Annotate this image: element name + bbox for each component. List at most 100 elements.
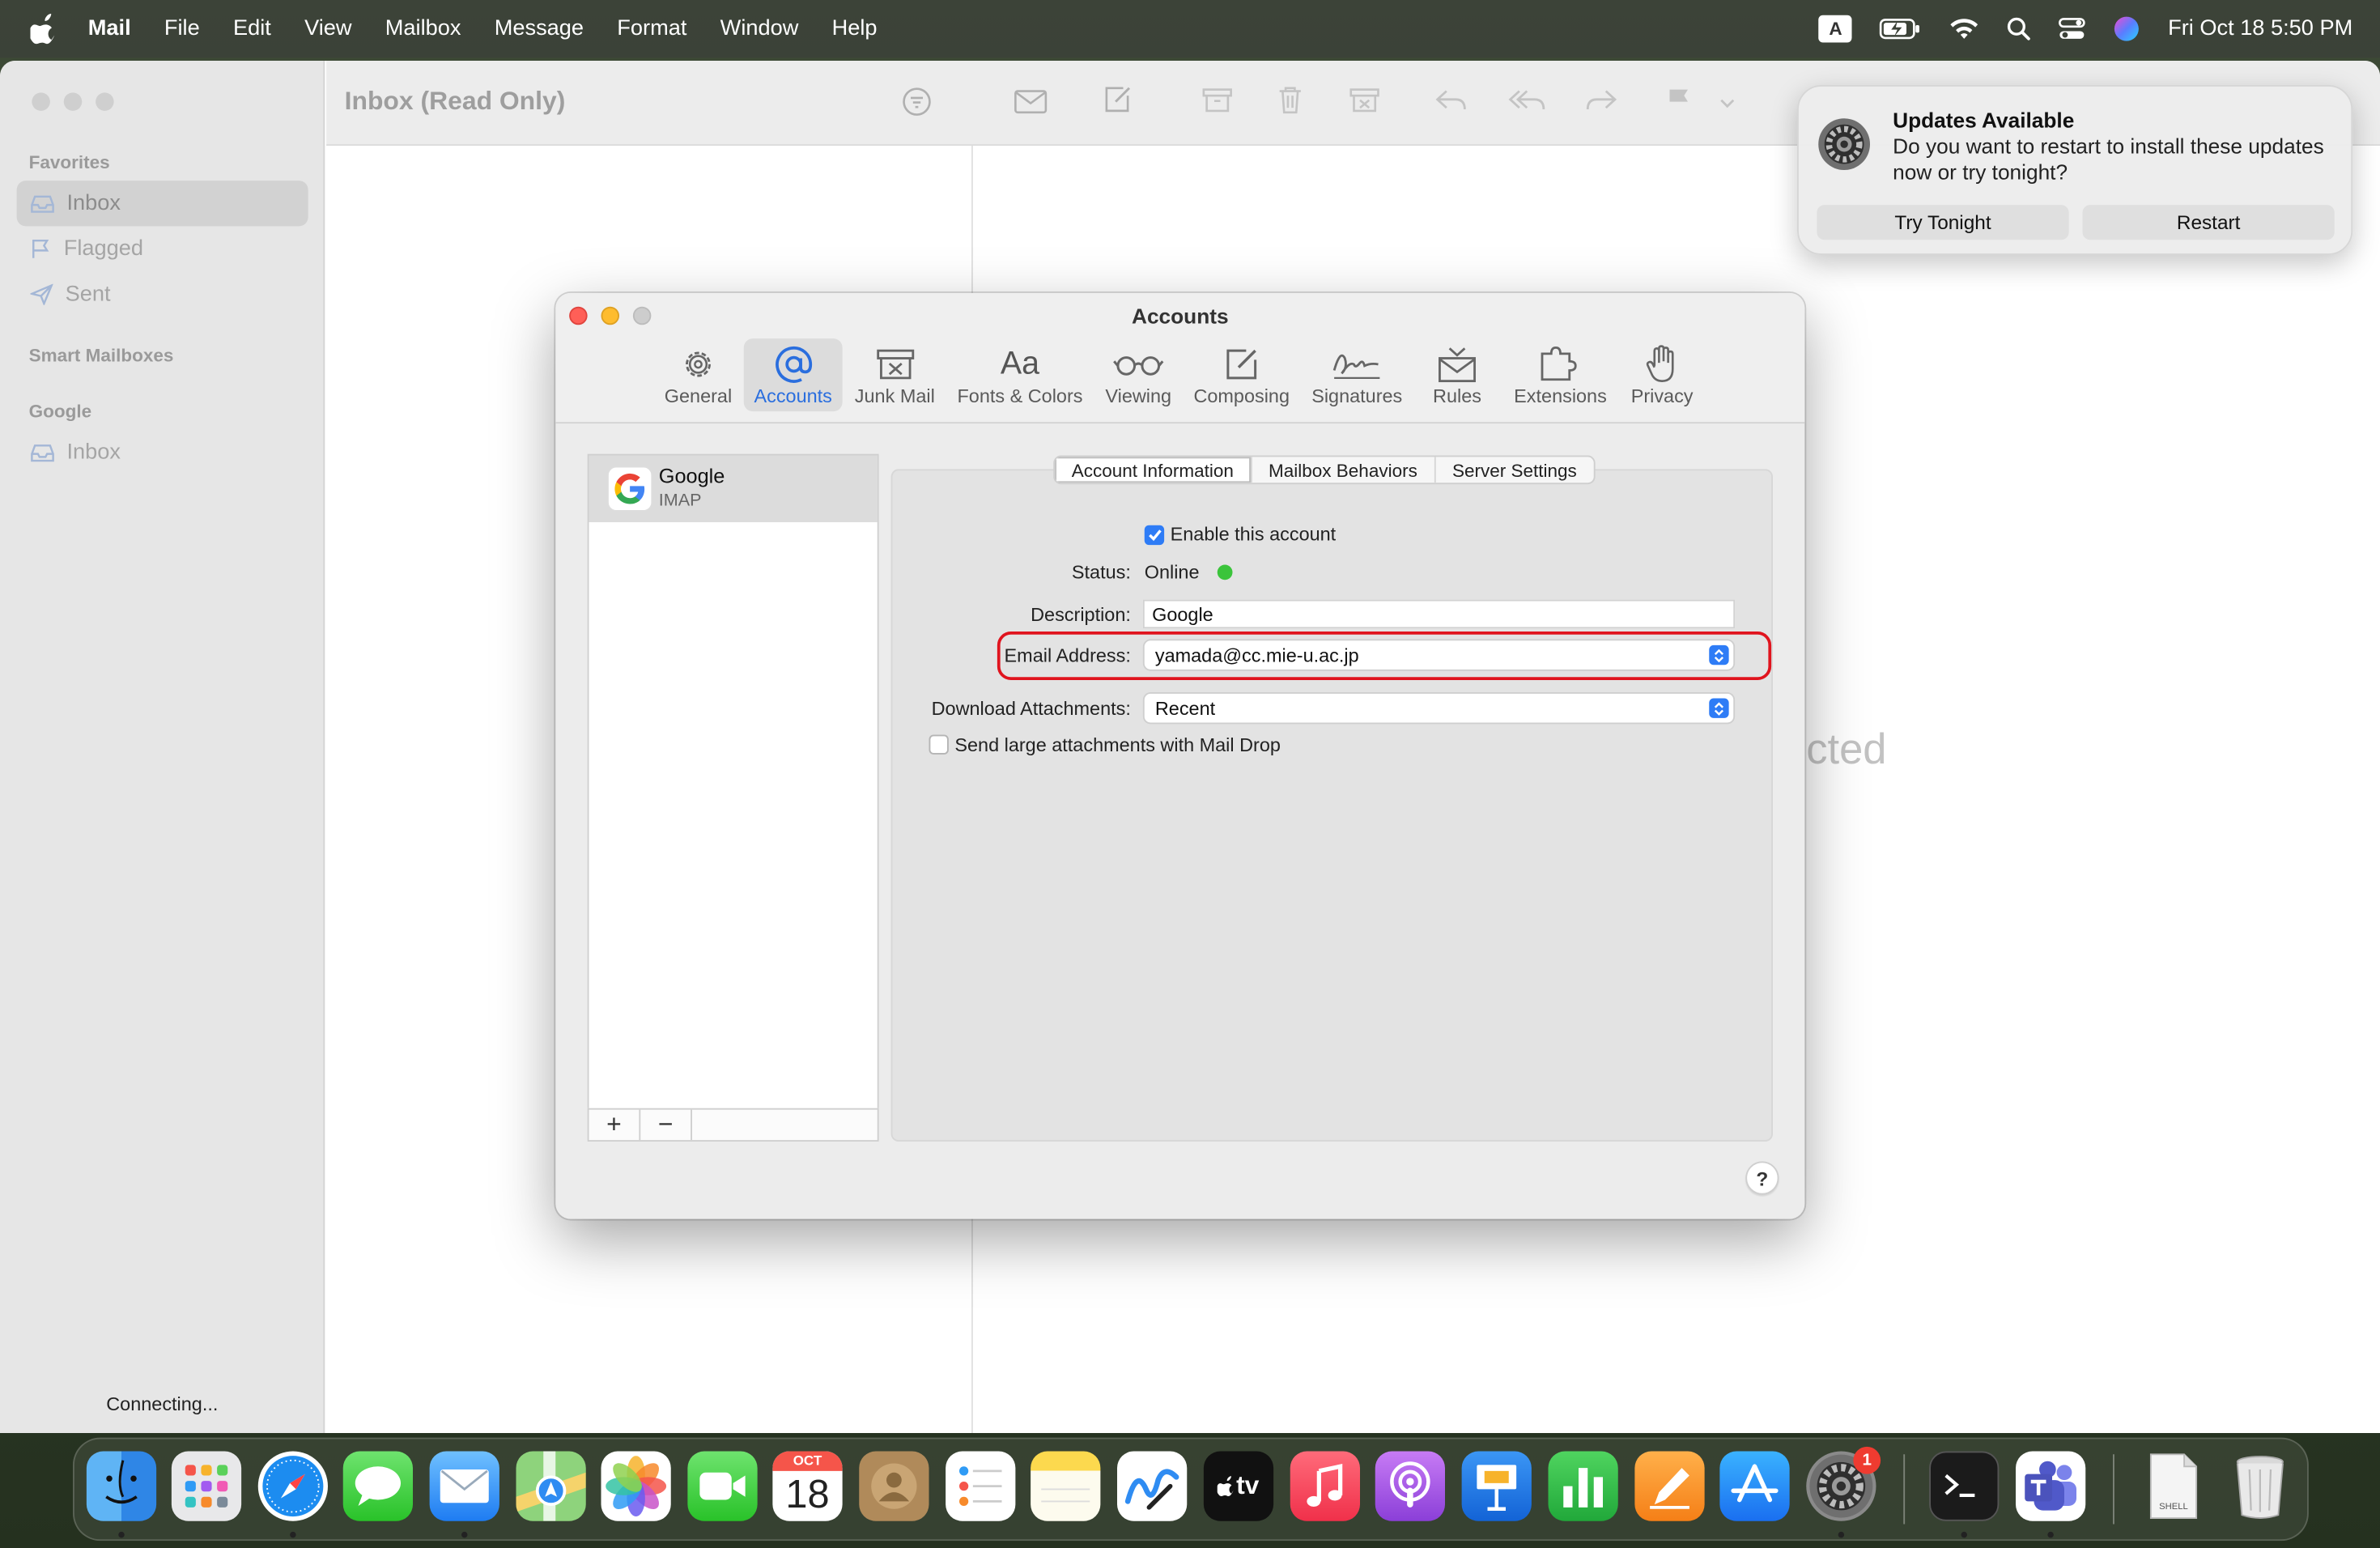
tab-fonts-colors[interactable]: Aa Fonts & Colors [950,338,1090,411]
archive-icon[interactable] [1202,87,1233,114]
try-tonight-button[interactable]: Try Tonight [1817,205,2069,240]
reply-all-icon[interactable] [1507,88,1547,113]
tab-rules[interactable]: Rules [1426,338,1490,411]
dock-messages[interactable] [342,1451,413,1521]
reply-icon[interactable] [1434,88,1468,113]
dock-podcasts[interactable] [1375,1451,1445,1521]
sidebar-item-flagged[interactable]: Flagged [17,226,308,271]
menu-help[interactable]: Help [832,17,878,41]
dock-app-store[interactable] [1719,1451,1790,1521]
spotlight-icon[interactable] [2007,17,2031,41]
siri-icon[interactable] [2114,15,2141,43]
podcasts-icon [1390,1461,1430,1508]
add-account-button[interactable]: + [589,1109,641,1141]
tab-extensions[interactable]: Extensions [1507,338,1613,411]
menu-view[interactable]: View [304,17,351,41]
menu-mailbox[interactable]: Mailbox [385,17,461,41]
dock-teams[interactable] [2016,1451,2086,1521]
help-button[interactable]: ? [1745,1161,1779,1195]
menu-window[interactable]: Window [720,17,799,41]
mail-drop-label: Send large attachments with Mail Drop [954,734,1281,756]
input-source-indicator[interactable]: A [1818,15,1853,43]
menu-app-mail[interactable]: Mail [88,17,131,41]
tab-general[interactable]: General [659,338,738,411]
download-attachments-popup[interactable]: Recent [1144,693,1734,723]
dock-photos[interactable] [601,1451,671,1521]
dock-notes[interactable] [1031,1451,1101,1521]
sidebar-item-sent[interactable]: Sent [17,272,308,317]
messages-icon [355,1466,401,1506]
dock-launchpad[interactable] [171,1451,242,1521]
accounts-preferences-window: Accounts General Accounts Junk Mail Aa F… [555,292,1805,1219]
dock-facetime[interactable] [687,1451,758,1521]
segment-account-information[interactable]: Account Information [1055,457,1252,483]
dock-trash[interactable] [2225,1452,2295,1521]
dock-pages[interactable] [1634,1451,1705,1521]
restart-button[interactable]: Restart [2082,205,2335,240]
wifi-icon[interactable] [1949,18,1980,40]
segment-mailbox-behaviors[interactable]: Mailbox Behaviors [1252,457,1436,483]
dock-maps[interactable] [516,1451,586,1521]
calendar-month: OCT [772,1451,843,1471]
dock-safari[interactable] [257,1451,328,1521]
account-list: Google IMAP [587,453,879,1141]
menu-format[interactable]: Format [617,17,686,41]
mail-sidebar: Favorites Inbox Flagged Sent Smart Mailb… [0,61,325,1433]
chevron-down-icon[interactable] [1719,97,1737,109]
notification-message: Do you want to restart to install these … [1893,134,2324,184]
forward-icon[interactable] [1585,88,1618,113]
tab-privacy[interactable]: Privacy [1626,338,1698,411]
junk-icon[interactable] [1349,87,1380,114]
status-value: Online [1144,561,1200,583]
dock-reminders[interactable] [946,1451,1016,1521]
tab-signatures[interactable]: Signatures [1304,338,1410,411]
sidebar-item-inbox[interactable]: Inbox [16,181,308,227]
sidebar-item-google-inbox[interactable]: Inbox [17,430,308,475]
menu-message[interactable]: Message [495,17,584,41]
menu-edit[interactable]: Edit [233,17,271,41]
remove-account-button[interactable]: − [640,1109,692,1141]
tab-accounts[interactable]: Accounts [743,338,843,412]
dock-keynote[interactable] [1461,1451,1532,1521]
mail-drop-checkbox[interactable] [929,734,949,755]
tab-composing[interactable]: Composing [1188,338,1294,411]
google-header[interactable]: Google [29,401,92,422]
tab-junk-mail[interactable]: Junk Mail [848,338,941,411]
dock-music[interactable] [1290,1451,1360,1521]
updates-notification[interactable]: Updates Available Do you want to restart… [1797,85,2353,255]
dock-terminal[interactable] [1929,1451,2000,1521]
dock-shell-document[interactable]: SHELL [2139,1452,2208,1521]
control-center-icon[interactable] [2059,17,2086,41]
compose-icon[interactable] [1102,85,1133,116]
dock-finder[interactable] [86,1451,157,1521]
flag-icon[interactable] [1665,87,1693,114]
menu-clock[interactable]: Fri Oct 18 5:50 PM [2168,17,2352,41]
segment-server-settings[interactable]: Server Settings [1435,457,1593,483]
tab-viewing[interactable]: Viewing [1098,338,1179,411]
get-mail-icon[interactable] [1014,88,1048,116]
enable-account-checkbox[interactable] [1144,525,1165,546]
sidebar-item-label: Inbox [66,191,121,216]
notification-title: Updates Available [1893,108,2075,133]
dock-numbers[interactable] [1548,1451,1618,1521]
apple-icon[interactable] [29,13,58,45]
dock-mail[interactable] [429,1451,499,1521]
settings-badge: 1 [1853,1446,1881,1474]
account-row-google[interactable]: Google IMAP [589,455,878,522]
google-icon [607,466,653,512]
dock-freeform[interactable] [1117,1451,1188,1521]
connection-status: Connecting... [106,1393,219,1415]
trash-icon[interactable] [1277,85,1304,116]
dock-tv[interactable]: tv [1203,1451,1274,1521]
description-field[interactable]: Google [1142,599,1736,629]
mail-icon [440,1469,489,1503]
menu-file[interactable]: File [164,17,200,41]
dock-calendar[interactable]: OCT 18 [772,1451,843,1521]
download-attachments-label: Download Attachments: [931,698,1131,720]
dock-contacts[interactable] [859,1451,929,1521]
filter-icon[interactable] [902,87,933,117]
favorites-header: Favorites [28,151,110,173]
smart-mailboxes-header[interactable]: Smart Mailboxes [29,345,174,366]
battery-icon[interactable] [1880,19,1923,40]
sidebar-item-label: Inbox [66,440,121,465]
